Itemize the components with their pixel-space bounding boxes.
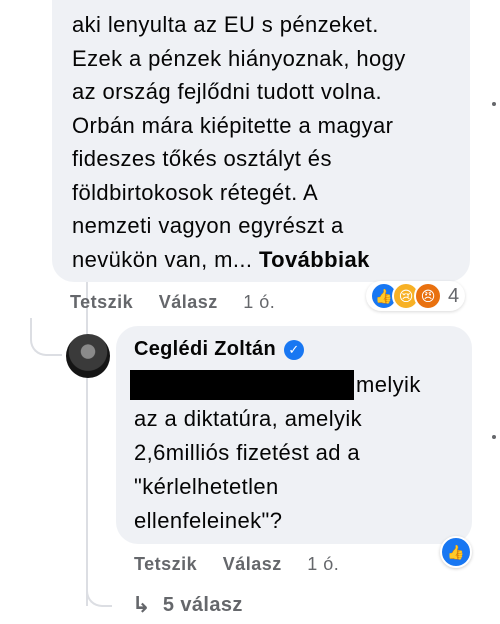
reply-text-first-line: melyik xyxy=(356,372,421,397)
thread-line xyxy=(86,268,88,606)
like-button[interactable]: Tetszik xyxy=(70,292,133,312)
reply-actions: Tetszik Válasz 1 ó. xyxy=(134,554,359,575)
view-replies-link[interactable]: ↳ 5 válasz xyxy=(132,592,243,618)
reply-button[interactable]: Válasz xyxy=(223,554,282,574)
comment-text: aki lenyulta az EU s pénzeket. Ezek a pé… xyxy=(72,8,472,276)
comment-actions: Tetszik Válasz 1 ó. xyxy=(70,292,295,313)
reaction-count: 4 xyxy=(448,284,460,307)
author-name-text[interactable]: Ceglédi Zoltán xyxy=(134,338,276,361)
like-button[interactable]: Tetszik xyxy=(134,554,197,574)
comment-body: aki lenyulta az EU s pénzeket. Ezek a pé… xyxy=(72,12,406,272)
overflow-dot xyxy=(492,102,496,106)
author-name[interactable]: Ceglédi Zoltán ✓ xyxy=(134,338,304,361)
avatar[interactable] xyxy=(66,334,110,378)
reply-branch-line xyxy=(30,318,62,356)
see-more-link[interactable]: Továbbiak xyxy=(259,247,370,272)
reply-button[interactable]: Válasz xyxy=(159,292,218,312)
like-reaction-badge-icon[interactable]: 👍 xyxy=(440,536,472,568)
timestamp[interactable]: 1 ó. xyxy=(243,292,275,312)
replies-count[interactable]: 5 válasz xyxy=(163,594,243,617)
redaction-block xyxy=(130,370,354,400)
verified-badge-icon: ✓ xyxy=(283,339,304,360)
timestamp[interactable]: 1 ó. xyxy=(307,554,339,574)
thread-curve xyxy=(86,565,112,607)
reply-arrow-icon: ↳ xyxy=(132,592,151,617)
reply-text: az a diktatúra, amelyik 2,6milliós fizet… xyxy=(134,406,363,533)
overflow-dot xyxy=(492,435,496,439)
reactions-summary[interactable]: 👍 😢 😠 4 xyxy=(366,281,466,311)
angry-icon: 😠 xyxy=(414,282,442,310)
